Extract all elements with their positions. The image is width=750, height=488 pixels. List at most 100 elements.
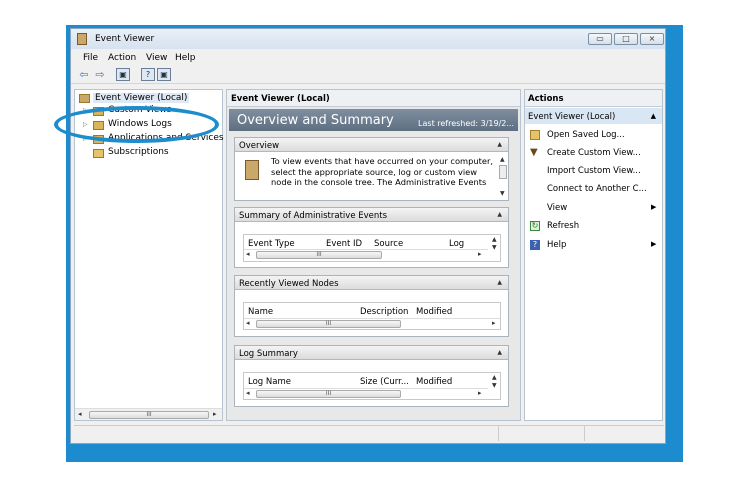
log-summary-horizontal-scrollbar[interactable]: ◂ III ▸ (244, 388, 488, 399)
log-summary-section: Log Summary ▲ Log Name Size (Curr... Mod… (234, 345, 509, 407)
actions-group-header[interactable]: Event Viewer (Local) ▲ (525, 108, 662, 124)
summary-horizontal-scrollbar[interactable]: ◂ III ▸ (244, 249, 488, 260)
help-icon: ? (530, 240, 540, 250)
subscriptions-icon (93, 149, 104, 158)
status-divider (498, 426, 499, 441)
show-hide-console-tree-icon[interactable]: ▣ (116, 68, 130, 81)
center-pane: Event Viewer (Local) Overview and Summar… (226, 89, 521, 421)
overview-text: To view events that have occurred on you… (271, 156, 494, 187)
actions-pane-header: Actions (525, 90, 662, 107)
action-view[interactable]: View (547, 203, 567, 213)
highlight-ellipse-annotation (54, 106, 219, 143)
scroll-left-icon[interactable]: ◂ (246, 319, 250, 327)
scroll-right-icon[interactable]: ▸ (492, 319, 496, 327)
overview-scroll-thumb[interactable] (499, 165, 507, 179)
scroll-right-icon[interactable]: ▸ (213, 410, 217, 418)
recent-nodes-section-title: Recently Viewed Nodes (239, 279, 339, 289)
collapse-caret-icon[interactable]: ▲ (651, 112, 656, 120)
scroll-down-icon[interactable]: ▼ (492, 244, 497, 251)
show-hide-action-pane-icon[interactable]: ▣ (157, 68, 171, 81)
overview-banner: Overview and Summary Last refreshed: 3/1… (229, 109, 518, 131)
column-description[interactable]: Description (360, 307, 408, 317)
log-summary-section-title: Log Summary (239, 349, 298, 359)
column-event-id[interactable]: Event ID (326, 239, 362, 249)
overview-section: Overview ▲ To view events that have occu… (234, 137, 509, 201)
summary-section-header[interactable]: Summary of Administrative Events ▲ (235, 208, 508, 222)
scroll-thumb[interactable]: III (256, 320, 401, 328)
recent-horizontal-scrollbar[interactable]: ◂ III ▸ (244, 318, 500, 329)
actions-pane: Actions Event Viewer (Local) ▲ Open Save… (524, 89, 663, 421)
scroll-left-icon[interactable]: ◂ (246, 250, 250, 258)
recent-nodes-section: Recently Viewed Nodes ▲ Name Description… (234, 275, 509, 337)
scroll-thumb[interactable]: III (89, 411, 209, 419)
tree-horizontal-scrollbar[interactable]: ◂ III ▸ (75, 408, 222, 420)
submenu-arrow-icon[interactable]: ▶ (651, 240, 656, 248)
filter-funnel-icon: ▼ (530, 147, 538, 158)
recent-nodes-section-header[interactable]: Recently Viewed Nodes ▲ (235, 276, 508, 290)
action-open-saved-log[interactable]: Open Saved Log... (547, 130, 625, 140)
menu-file[interactable]: File (83, 53, 98, 63)
overview-section-title: Overview (239, 141, 280, 151)
actions-title: Actions (528, 94, 564, 104)
scroll-down-icon[interactable]: ▼ (500, 190, 505, 197)
toolbar: ⇦ ⇨ ▣ ? ▣ (71, 66, 665, 84)
center-pane-header: Event Viewer (Local) (227, 90, 520, 107)
column-log-name[interactable]: Log Name (248, 377, 291, 387)
action-create-custom-view[interactable]: Create Custom View... (547, 148, 641, 158)
scroll-up-icon[interactable]: ▲ (492, 374, 497, 381)
event-viewer-overview-icon (245, 160, 259, 180)
event-viewer-node-icon (79, 94, 90, 103)
title-bar[interactable]: Event Viewer ▭ □ ⨯ (71, 29, 665, 49)
collapse-caret-icon[interactable]: ▲ (497, 349, 502, 356)
collapse-caret-icon[interactable]: ▲ (497, 141, 502, 148)
action-help[interactable]: Help (547, 240, 566, 250)
menu-action[interactable]: Action (108, 53, 136, 63)
column-size[interactable]: Size (Curr... (360, 377, 409, 387)
window-title: Event Viewer (95, 34, 155, 44)
log-summary-section-header[interactable]: Log Summary ▲ (235, 346, 508, 360)
menu-help[interactable]: Help (175, 53, 196, 63)
overview-section-header[interactable]: Overview ▲ (235, 138, 508, 152)
tree-root[interactable]: Event Viewer (Local) (93, 93, 190, 103)
scroll-right-icon[interactable]: ▸ (478, 250, 482, 258)
scroll-left-icon[interactable]: ◂ (78, 410, 82, 418)
refresh-icon: ↻ (530, 221, 540, 231)
last-refreshed-text: Last refreshed: 3/19/2... (418, 119, 514, 128)
help-icon[interactable]: ? (141, 68, 155, 81)
collapse-caret-icon[interactable]: ▲ (497, 279, 502, 286)
tree-item-subscriptions[interactable]: Subscriptions (108, 147, 169, 157)
column-modified[interactable]: Modified (416, 307, 452, 317)
scroll-right-icon[interactable]: ▸ (478, 389, 482, 397)
summary-table: Event Type Event ID Source Log ▲ ▼ ◂ III… (243, 234, 501, 262)
action-import-custom-view[interactable]: Import Custom View... (547, 166, 641, 176)
column-name[interactable]: Name (248, 307, 273, 317)
event-viewer-window: Event Viewer ▭ □ ⨯ File Action View Help… (70, 28, 666, 444)
menu-view[interactable]: View (146, 53, 167, 63)
forward-arrow-icon[interactable]: ⇨ (93, 68, 107, 82)
action-connect-another-computer[interactable]: Connect to Another C... (547, 184, 647, 194)
status-bar (74, 425, 664, 441)
scroll-thumb[interactable]: III (256, 251, 382, 259)
scroll-up-icon[interactable]: ▲ (492, 236, 497, 243)
open-folder-icon (530, 130, 540, 140)
minimize-button[interactable]: ▭ (588, 33, 612, 45)
scroll-down-icon[interactable]: ▼ (492, 382, 497, 389)
summary-section-title: Summary of Administrative Events (239, 211, 388, 221)
summary-section: Summary of Administrative Events ▲ Event… (234, 207, 509, 268)
collapse-caret-icon[interactable]: ▲ (497, 211, 502, 218)
action-refresh[interactable]: Refresh (547, 221, 579, 231)
column-event-type[interactable]: Event Type (248, 239, 295, 249)
submenu-arrow-icon[interactable]: ▶ (651, 203, 656, 211)
scroll-thumb[interactable]: III (256, 390, 401, 398)
scroll-up-icon[interactable]: ▲ (500, 156, 505, 163)
overview-heading: Overview and Summary (237, 113, 394, 128)
menu-bar: File Action View Help (71, 50, 665, 65)
column-source[interactable]: Source (374, 239, 403, 249)
column-modified[interactable]: Modified (416, 377, 452, 387)
column-log[interactable]: Log (449, 239, 464, 249)
back-arrow-icon[interactable]: ⇦ (77, 68, 91, 82)
scroll-left-icon[interactable]: ◂ (246, 389, 250, 397)
close-button[interactable]: ⨯ (640, 33, 664, 45)
maximize-button[interactable]: □ (614, 33, 638, 45)
log-summary-table: Log Name Size (Curr... Modified ▲ ▼ ◂ II… (243, 372, 501, 400)
